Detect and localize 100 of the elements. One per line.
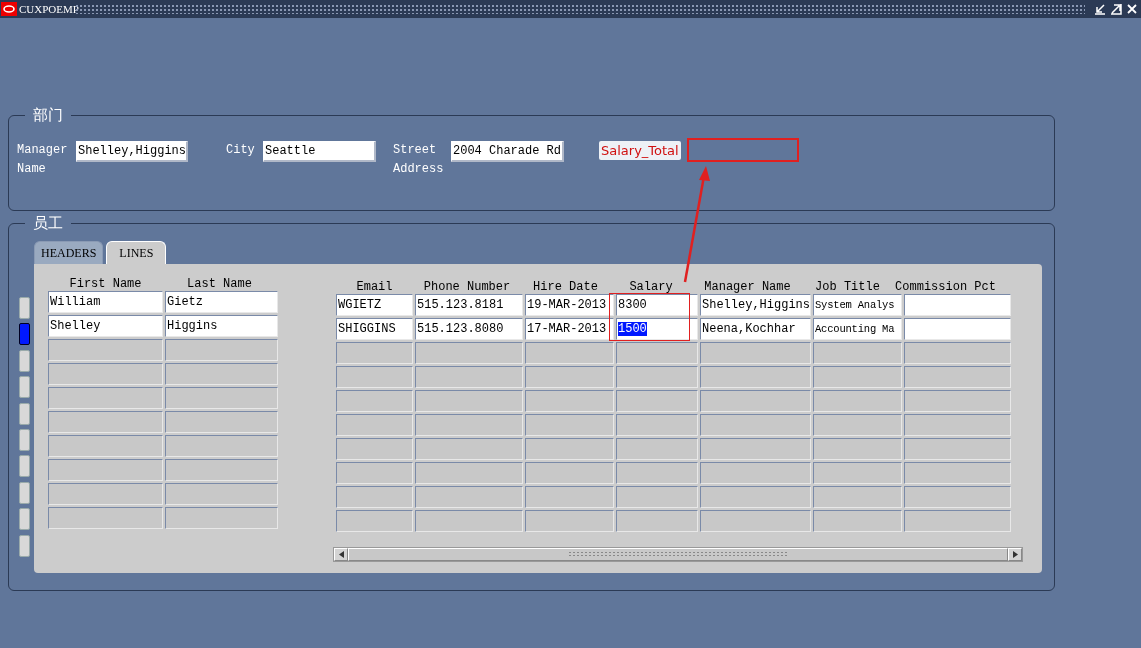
table-cell[interactable] (165, 507, 278, 529)
table-cell[interactable]: Higgins (165, 315, 278, 337)
table-cell[interactable] (904, 342, 1011, 364)
table-cell[interactable] (700, 438, 811, 460)
table-cell[interactable] (813, 486, 902, 508)
record-indicator[interactable] (19, 323, 30, 346)
table-cell[interactable] (525, 510, 614, 532)
table-cell[interactable] (48, 435, 163, 457)
table-cell[interactable] (415, 462, 523, 484)
table-cell[interactable] (904, 462, 1011, 484)
table-cell[interactable] (415, 510, 523, 532)
table-cell[interactable] (813, 342, 902, 364)
table-cell[interactable]: Shelley (48, 315, 163, 337)
record-indicator[interactable] (19, 508, 30, 531)
input-field[interactable]: 2004 Charade Rd (451, 141, 564, 162)
table-cell[interactable] (415, 390, 523, 412)
table-cell[interactable] (525, 342, 614, 364)
horizontal-scrollbar[interactable] (333, 547, 1023, 562)
table-cell[interactable]: 8300 (616, 294, 698, 316)
table-cell[interactable] (165, 363, 278, 385)
table-cell[interactable]: Shelley,Higgins (700, 294, 811, 316)
table-cell[interactable] (904, 318, 1011, 340)
record-indicator[interactable] (19, 481, 30, 504)
table-cell[interactable] (904, 414, 1011, 436)
table-cell[interactable]: 515.123.8181 (415, 294, 523, 316)
table-cell[interactable] (904, 294, 1011, 316)
table-cell[interactable] (48, 411, 163, 433)
table-cell[interactable] (165, 459, 278, 481)
table-cell[interactable] (616, 414, 698, 436)
table-cell[interactable]: System Analys (813, 294, 902, 316)
record-indicator[interactable] (19, 402, 30, 425)
table-cell[interactable] (415, 438, 523, 460)
table-cell[interactable] (525, 390, 614, 412)
table-cell[interactable] (700, 366, 811, 388)
table-cell[interactable] (48, 363, 163, 385)
table-cell[interactable] (165, 435, 278, 457)
table-cell[interactable] (700, 510, 811, 532)
record-indicator[interactable] (19, 376, 30, 399)
table-cell[interactable] (813, 462, 902, 484)
table-cell[interactable] (904, 366, 1011, 388)
table-cell[interactable] (700, 462, 811, 484)
table-cell[interactable]: Gietz (165, 291, 278, 313)
table-cell[interactable] (904, 438, 1011, 460)
record-indicator[interactable] (19, 455, 30, 478)
scrollbar-thumb[interactable] (348, 548, 1008, 561)
table-cell[interactable] (616, 366, 698, 388)
table-cell[interactable] (336, 510, 413, 532)
table-cell[interactable] (700, 486, 811, 508)
table-cell[interactable]: Neena,Kochhar (700, 318, 811, 340)
table-cell[interactable] (813, 438, 902, 460)
table-cell[interactable] (48, 459, 163, 481)
table-cell[interactable] (700, 342, 811, 364)
table-cell[interactable] (165, 339, 278, 361)
table-cell[interactable] (336, 366, 413, 388)
close-icon[interactable] (1125, 2, 1139, 16)
table-cell[interactable] (525, 414, 614, 436)
table-cell[interactable]: WGIETZ (336, 294, 413, 316)
table-cell[interactable]: 1500 (616, 318, 698, 340)
scroll-left-button[interactable] (334, 548, 348, 561)
table-cell[interactable] (616, 462, 698, 484)
input-field[interactable]: Shelley,Higgins (76, 141, 188, 162)
table-cell[interactable] (336, 462, 413, 484)
table-cell[interactable] (616, 342, 698, 364)
table-cell[interactable] (525, 486, 614, 508)
table-cell[interactable] (336, 390, 413, 412)
table-cell[interactable]: 17-MAR-2013 (525, 318, 614, 340)
table-cell[interactable] (616, 510, 698, 532)
table-cell[interactable] (165, 483, 278, 505)
record-indicator[interactable] (19, 349, 30, 372)
table-cell[interactable] (904, 390, 1011, 412)
table-cell[interactable] (525, 438, 614, 460)
table-cell[interactable] (48, 507, 163, 529)
table-cell[interactable] (48, 387, 163, 409)
table-cell[interactable] (165, 411, 278, 433)
table-cell[interactable] (813, 414, 902, 436)
table-cell[interactable] (48, 483, 163, 505)
minimize-icon[interactable] (1093, 2, 1107, 16)
input-field[interactable]: Seattle (263, 141, 376, 162)
table-cell[interactable] (904, 510, 1011, 532)
tab[interactable]: LINES (106, 241, 167, 264)
table-cell[interactable] (336, 414, 413, 436)
table-cell[interactable] (813, 366, 902, 388)
record-indicator[interactable] (19, 428, 30, 451)
table-cell[interactable]: SHIGGINS (336, 318, 413, 340)
table-cell[interactable] (336, 438, 413, 460)
table-cell[interactable] (525, 462, 614, 484)
table-cell[interactable]: William (48, 291, 163, 313)
table-cell[interactable] (165, 387, 278, 409)
table-cell[interactable] (700, 414, 811, 436)
table-cell[interactable]: Accounting Ma (813, 318, 902, 340)
table-cell[interactable] (616, 390, 698, 412)
table-cell[interactable] (415, 486, 523, 508)
scroll-right-button[interactable] (1008, 548, 1022, 561)
table-cell[interactable] (48, 339, 163, 361)
table-cell[interactable] (813, 390, 902, 412)
tab[interactable]: HEADERS (34, 241, 104, 264)
table-cell[interactable] (616, 438, 698, 460)
maximize-icon[interactable] (1109, 2, 1123, 16)
table-cell[interactable] (415, 342, 523, 364)
table-cell[interactable] (336, 486, 413, 508)
